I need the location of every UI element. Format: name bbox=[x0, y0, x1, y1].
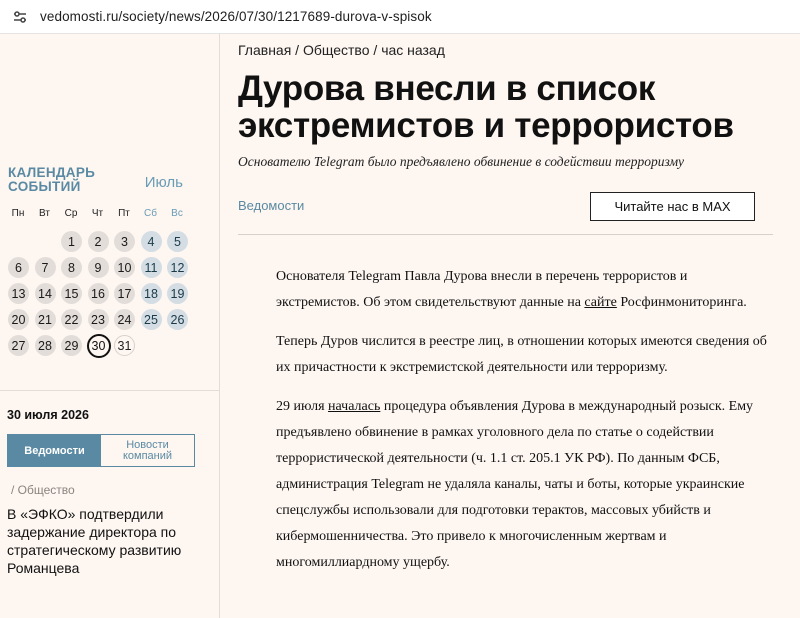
calendar-empty-cell bbox=[35, 231, 56, 252]
news-category[interactable]: / Общество bbox=[11, 483, 75, 497]
calendar-title[interactable]: КАЛЕНДАРЬ СОБЫТИЙ bbox=[8, 166, 95, 194]
paragraph: 29 июля началась процедура объявления Ду… bbox=[276, 399, 754, 570]
calendar-day[interactable]: 4 bbox=[140, 231, 162, 252]
article-source[interactable]: Ведомости bbox=[238, 198, 304, 213]
breadcrumb: Главная / Общество / час назад bbox=[238, 42, 445, 58]
calendar-day[interactable]: 12 bbox=[167, 257, 188, 278]
calendar-day[interactable]: 25 bbox=[140, 309, 162, 330]
weekday-label: Вт bbox=[39, 208, 50, 219]
calendar-day[interactable]: 26 bbox=[167, 309, 188, 330]
news-source-toggle: Ведомости Новости компаний bbox=[7, 434, 195, 467]
calendar-day[interactable]: 5 bbox=[167, 231, 188, 252]
selected-date: 30 июля 2026 bbox=[7, 408, 89, 422]
calendar-day[interactable]: 19 bbox=[167, 283, 188, 304]
article-body: Основателя Telegram Павла Дурова внесли … bbox=[276, 264, 772, 589]
calendar-day[interactable]: 22 bbox=[61, 309, 82, 330]
rosfinmonitoring-link[interactable]: сайте bbox=[584, 295, 616, 310]
calendar-day[interactable]: 10 bbox=[114, 257, 135, 278]
calendar-day[interactable]: 31 bbox=[114, 335, 135, 356]
search-started-link[interactable]: началась bbox=[328, 399, 380, 414]
calendar-day[interactable]: 16 bbox=[87, 283, 109, 304]
weekday-label: Пт bbox=[118, 208, 130, 219]
weekday-label: Пн bbox=[11, 208, 25, 219]
calendar-day[interactable]: 29 bbox=[61, 335, 82, 356]
calendar-day-today[interactable]: 30 bbox=[86, 333, 111, 358]
calendar-day[interactable]: 24 bbox=[114, 309, 135, 330]
weekday-label: Ср bbox=[64, 208, 78, 219]
breadcrumb-home[interactable]: Главная bbox=[238, 42, 291, 58]
calendar-day[interactable]: 20 bbox=[8, 309, 29, 330]
address-bar: vedomosti.ru/society/news/2026/07/30/121… bbox=[0, 0, 800, 34]
calendar-days: 1 2 3 4 5 6 7 8 9 10 11 12 13 14 15 16 17 18 19 20 21 22 23 24 2… bbox=[8, 231, 194, 361]
calendar-day[interactable]: 27 bbox=[8, 335, 29, 356]
calendar-day[interactable]: 18 bbox=[140, 283, 162, 304]
calendar-day[interactable]: 17 bbox=[114, 283, 135, 304]
calendar-day[interactable]: 9 bbox=[87, 257, 109, 278]
weekday-label: Чт bbox=[91, 208, 104, 219]
tab-vedomosti[interactable]: Ведомости bbox=[8, 435, 101, 466]
calendar-month[interactable]: Июль bbox=[145, 174, 183, 191]
site-settings-icon[interactable] bbox=[10, 7, 30, 27]
weekday-label: Вс bbox=[171, 208, 183, 219]
breadcrumb-separator: / bbox=[291, 42, 303, 58]
calendar-day[interactable]: 28 bbox=[34, 335, 56, 356]
max-subscribe-button[interactable]: Читайте нас в MAX bbox=[590, 192, 755, 221]
url-field[interactable]: vedomosti.ru/society/news/2026/07/30/121… bbox=[40, 9, 432, 24]
breadcrumb-section[interactable]: Общество bbox=[303, 42, 370, 58]
calendar-header: КАЛЕНДАРЬ СОБЫТИЙ Июль bbox=[8, 166, 213, 194]
calendar-day[interactable]: 3 bbox=[114, 231, 135, 252]
calendar-day[interactable]: 2 bbox=[87, 231, 109, 252]
calendar-weekdays: Пн Вт Ср Чт Пт Сб Вс bbox=[7, 208, 193, 219]
calendar-day[interactable]: 1 bbox=[61, 231, 82, 252]
calendar-empty-cell bbox=[8, 231, 29, 252]
tab-company-news[interactable]: Новости компаний bbox=[101, 435, 194, 466]
publish-time: час назад bbox=[381, 42, 445, 58]
article-lead: Основателю Telegram было предъявлено обв… bbox=[238, 154, 685, 169]
source-divider bbox=[238, 234, 773, 235]
calendar-day[interactable]: 23 bbox=[87, 309, 109, 330]
calendar-day[interactable]: 6 bbox=[8, 257, 29, 278]
calendar-day[interactable]: 7 bbox=[34, 257, 56, 278]
sidebar-divider bbox=[0, 390, 220, 391]
paragraph: Основателя Telegram Павла Дурова внесли … bbox=[276, 269, 747, 310]
calendar-day[interactable]: 11 bbox=[140, 257, 162, 278]
breadcrumb-separator: / bbox=[369, 42, 382, 58]
calendar-day[interactable]: 15 bbox=[61, 283, 82, 304]
sidebar-news-link[interactable]: В «ЭФКО» подтвердили задержание директор… bbox=[7, 505, 207, 577]
weekday-label: Сб bbox=[144, 208, 157, 219]
calendar-day[interactable]: 21 bbox=[34, 309, 56, 330]
calendar-day[interactable]: 14 bbox=[34, 283, 56, 304]
calendar-day[interactable]: 8 bbox=[61, 257, 82, 278]
calendar-day[interactable]: 13 bbox=[8, 283, 29, 304]
paragraph: Теперь Дуров числится в реестре лиц, в о… bbox=[276, 334, 767, 375]
article-headline: Дурова внесли в список экстремистов и те… bbox=[238, 69, 734, 145]
